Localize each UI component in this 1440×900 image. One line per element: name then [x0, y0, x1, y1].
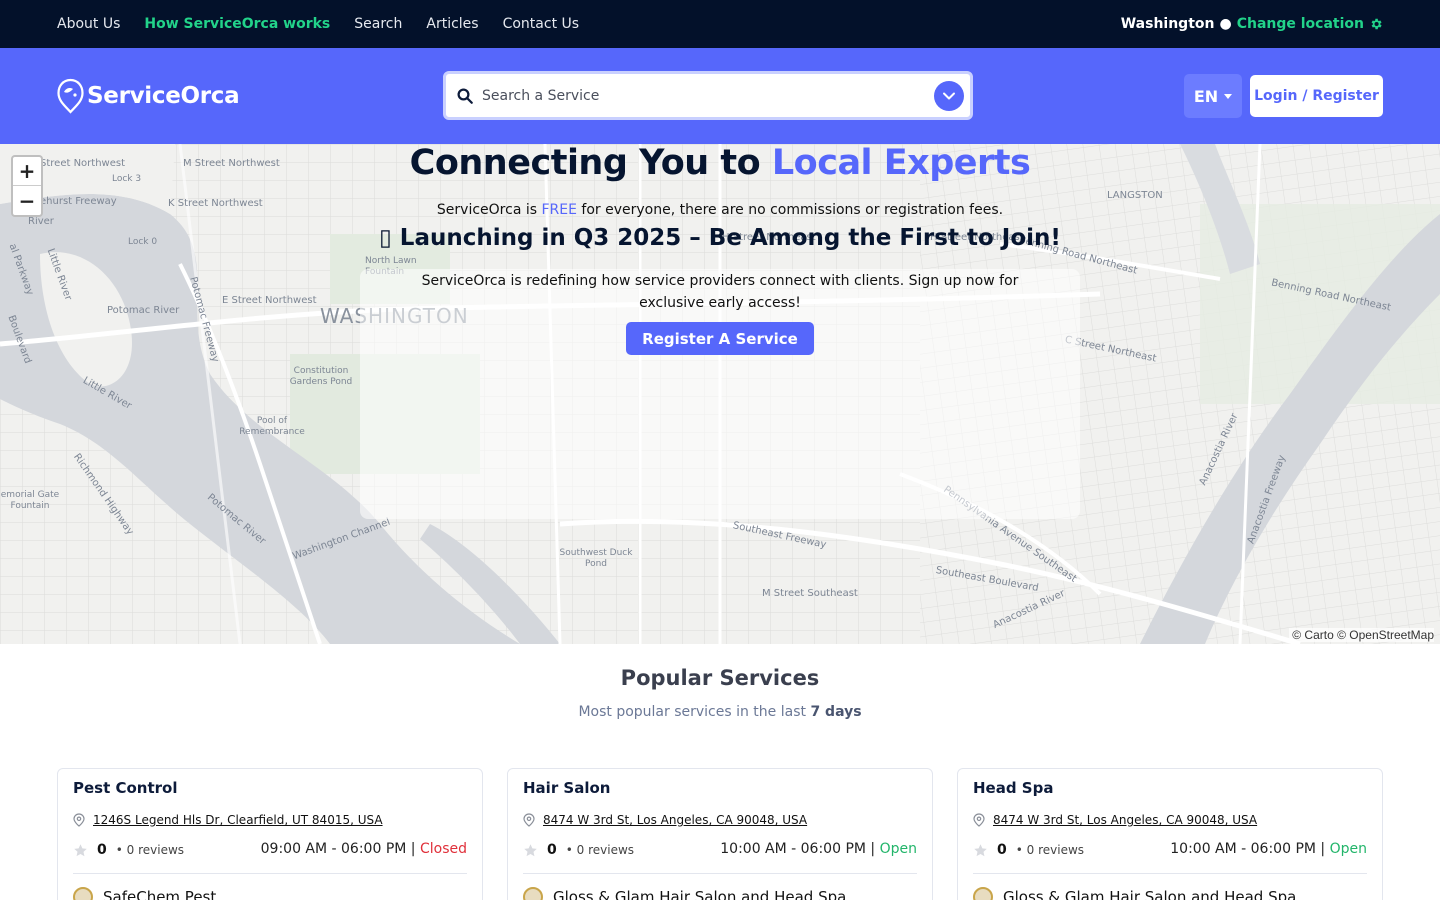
rating-value: 0 [97, 842, 107, 858]
hours-range: 10:00 AM - 06:00 PM | [720, 841, 880, 857]
card-divider [73, 873, 467, 874]
hours-range: 09:00 AM - 06:00 PM | [260, 841, 420, 857]
location-selector: Washington ● Change location [1121, 0, 1383, 48]
service-address: 8474 W 3rd St, Los Angeles, CA 90048, US… [973, 813, 1257, 827]
search-dropdown-button[interactable] [934, 80, 964, 111]
location-pin-icon [73, 813, 85, 827]
hours-range: 10:00 AM - 06:00 PM | [1170, 841, 1330, 857]
hero-free-text: ServiceOrca is FREE for everyone, there … [0, 202, 1440, 218]
business-logo-icon [973, 887, 993, 900]
service-title[interactable]: Pest Control [73, 779, 178, 797]
review-count: • 0 reviews [565, 843, 635, 857]
map-label: M Street Southeast [762, 588, 858, 599]
top-nav: About Us How ServiceOrca works Search Ar… [57, 0, 579, 48]
opening-hours: 10:00 AM - 06:00 PM | Open [720, 841, 917, 857]
search-input[interactable] [482, 87, 934, 104]
map[interactable]: Street Northwest M Street Northwest Lock… [0, 144, 1440, 644]
language-selector[interactable]: EN [1184, 74, 1242, 118]
business-name[interactable]: Gloss & Glam Hair Salon and Head Spa [973, 887, 1296, 900]
top-bar: About Us How ServiceOrca works Search Ar… [0, 0, 1440, 48]
main-header: ServiceOrca EN Login / Register [0, 48, 1440, 144]
business-logo-icon [523, 887, 543, 900]
login-register-button[interactable]: Login / Register [1250, 75, 1383, 117]
hero-description: ServiceOrca is redefining how service pr… [421, 273, 1019, 311]
hero-title-highlight: Local Experts [771, 143, 1031, 183]
free-word: FREE [541, 202, 577, 218]
map-label: LANGSTON [1107, 190, 1163, 201]
nav-articles[interactable]: Articles [426, 16, 478, 32]
service-card[interactable]: Head Spa 8474 W 3rd St, Los Angeles, CA … [957, 768, 1383, 900]
status-badge: Open [879, 841, 917, 857]
map-label: Southwest Duck Pond [559, 548, 633, 569]
nav-search[interactable]: Search [354, 16, 402, 32]
nav-how-it-works[interactable]: How ServiceOrca works [144, 16, 330, 32]
map-label: E Street Northwest [222, 295, 317, 306]
search-icon [457, 88, 473, 104]
popular-services-title: Popular Services [620, 666, 820, 690]
status-badge: Open [1329, 841, 1367, 857]
business-name[interactable]: SafeChem Pest [73, 887, 216, 900]
card-divider [973, 873, 1367, 874]
map-label: Constitution Gardens Pond [289, 366, 353, 387]
language-code: EN [1193, 86, 1219, 106]
hero-title-part1: Connecting You to [409, 143, 772, 183]
status-badge: Closed [419, 841, 467, 857]
review-count: • 0 reviews [115, 843, 185, 857]
nav-contact-us[interactable]: Contact Us [503, 16, 579, 32]
business-label: Gloss & Glam Hair Salon and Head Spa [1003, 888, 1297, 900]
review-count: • 0 reviews [1015, 843, 1085, 857]
location-pin-icon [973, 813, 985, 827]
subtitle-period: 7 days [810, 704, 862, 720]
rating-value: 0 [547, 842, 557, 858]
launch-announcement: ▯ Launching in Q3 2025 – Be Among the Fi… [379, 225, 1061, 251]
nav-about-us[interactable]: About Us [57, 16, 120, 32]
map-label: Pool of Remembrance [239, 416, 305, 437]
chevron-down-icon [943, 92, 955, 99]
service-title[interactable]: Head Spa [973, 779, 1053, 797]
address-link[interactable]: 1246S Legend Hls Dr, Clearfield, UT 8401… [93, 813, 383, 827]
logo[interactable]: ServiceOrca [57, 78, 240, 114]
business-label: SafeChem Pest [103, 888, 217, 900]
map-label: emorial Gate Fountain [0, 490, 60, 511]
popular-services-subtitle: Most popular services in the last 7 days [0, 704, 1440, 720]
star-icon [974, 843, 987, 856]
address-link[interactable]: 8474 W 3rd St, Los Angeles, CA 90048, US… [543, 813, 807, 827]
service-title[interactable]: Hair Salon [523, 779, 611, 797]
logo-text: ServiceOrca [87, 83, 240, 109]
orca-logo-icon [57, 78, 84, 114]
business-name[interactable]: Gloss & Glam Hair Salon and Head Spa [523, 887, 846, 900]
change-location-link[interactable]: Change location [1237, 16, 1364, 32]
card-divider [523, 873, 917, 874]
rating-value: 0 [997, 842, 1007, 858]
rating: 0 • 0 reviews [523, 842, 634, 858]
current-city: Washington [1120, 16, 1215, 32]
register-service-button[interactable]: Register A Service [626, 322, 814, 355]
hero-title: Connecting You to Local Experts [0, 143, 1440, 183]
subtitle-prefix: Most popular services in the last [578, 704, 811, 720]
gear-icon[interactable] [1369, 17, 1383, 31]
caret-down-icon [1224, 93, 1233, 99]
rating: 0 • 0 reviews [73, 842, 184, 858]
service-address: 8474 W 3rd St, Los Angeles, CA 90048, US… [523, 813, 807, 827]
opening-hours: 09:00 AM - 06:00 PM | Closed [261, 841, 467, 857]
location-separator: ● [1219, 16, 1232, 32]
map-label: Potomac River [107, 305, 180, 316]
service-address: 1246S Legend Hls Dr, Clearfield, UT 8401… [73, 813, 383, 827]
free-prefix: ServiceOrca is [436, 202, 542, 218]
service-search-box [443, 71, 973, 120]
service-card[interactable]: Pest Control 1246S Legend Hls Dr, Clearf… [57, 768, 483, 900]
rating: 0 • 0 reviews [973, 842, 1084, 858]
opening-hours: 10:00 AM - 06:00 PM | Open [1170, 841, 1367, 857]
map-attribution[interactable]: © Carto © OpenStreetMap [1289, 628, 1434, 642]
star-icon [524, 843, 537, 856]
location-pin-icon [523, 813, 535, 827]
star-icon [74, 843, 87, 856]
service-card[interactable]: Hair Salon 8474 W 3rd St, Los Angeles, C… [507, 768, 933, 900]
business-logo-icon [73, 887, 93, 900]
free-suffix: for everyone, there are no commissions o… [576, 202, 1004, 218]
address-link[interactable]: 8474 W 3rd St, Los Angeles, CA 90048, US… [993, 813, 1257, 827]
business-label: Gloss & Glam Hair Salon and Head Spa [553, 888, 847, 900]
